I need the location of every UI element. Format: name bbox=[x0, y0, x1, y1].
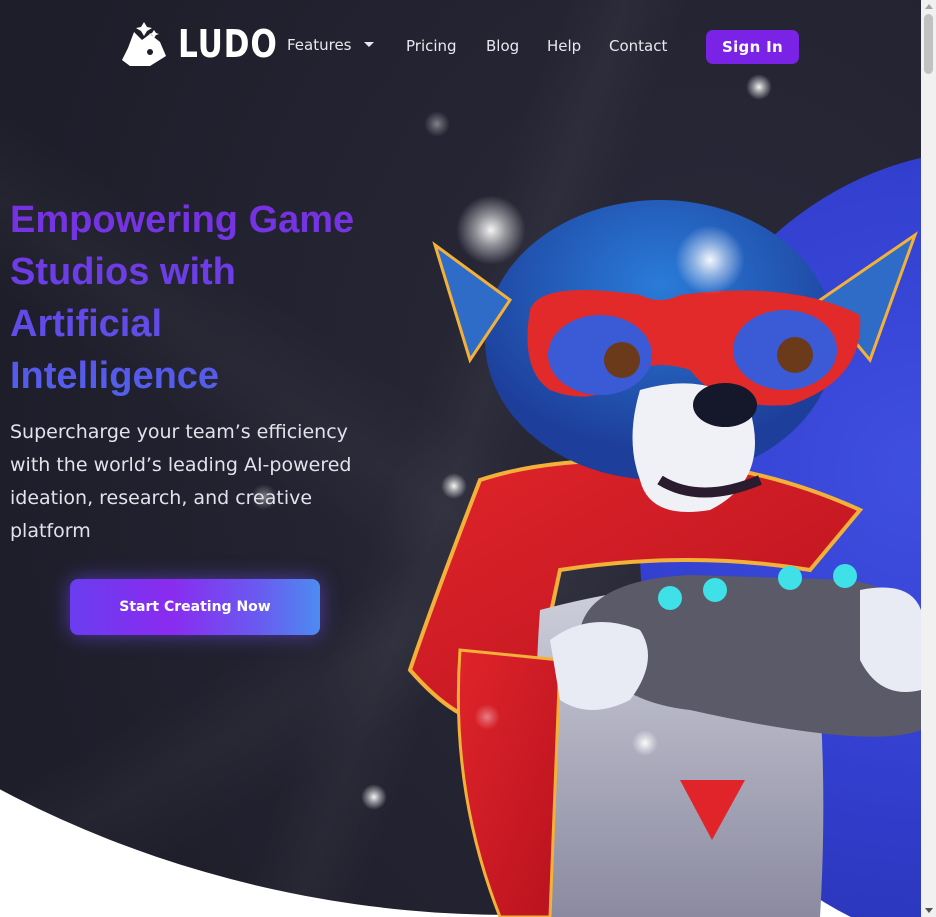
page-scrollbar[interactable] bbox=[921, 0, 936, 917]
nav-features-label: Features bbox=[287, 36, 352, 54]
logo[interactable]: LUDO bbox=[120, 20, 300, 68]
sparkle-1 bbox=[456, 195, 526, 265]
hero-section: LUDO Features Pricing Blog Help Contact … bbox=[0, 0, 921, 917]
sign-in-button[interactable]: Sign In bbox=[706, 30, 799, 64]
sparkle-2 bbox=[675, 225, 745, 295]
hero-dog-illustration bbox=[407, 200, 921, 917]
dog-logo-icon bbox=[122, 22, 166, 66]
hero-headline: Empowering Game Studios with Artificial … bbox=[10, 194, 380, 402]
nav-contact[interactable]: Contact bbox=[609, 37, 667, 55]
nose bbox=[693, 383, 757, 427]
chevron-down-icon bbox=[363, 42, 374, 47]
scroll-up-arrow-icon[interactable] bbox=[925, 4, 933, 9]
scroll-down-arrow-icon[interactable] bbox=[925, 908, 933, 913]
hero-subtext: Supercharge your team’s efficiency with … bbox=[10, 421, 352, 542]
nav-features[interactable]: Features bbox=[287, 36, 374, 54]
nav-blog[interactable]: Blog bbox=[486, 37, 519, 55]
logo-text: LUDO bbox=[178, 22, 278, 66]
sparkle-7 bbox=[361, 784, 387, 810]
cape-left-flap bbox=[456, 648, 562, 917]
scrollbar-thumb[interactable] bbox=[924, 14, 933, 74]
sparkle-5 bbox=[441, 473, 467, 499]
sparkle-4 bbox=[424, 111, 450, 137]
start-creating-button[interactable]: Start Creating Now bbox=[70, 579, 320, 635]
sparkle-8 bbox=[474, 704, 500, 730]
top-nav: LUDO Features Pricing Blog Help Contact … bbox=[0, 0, 921, 94]
nav-help[interactable]: Help bbox=[547, 37, 581, 55]
sparkle-9 bbox=[632, 730, 658, 756]
nav-pricing[interactable]: Pricing bbox=[406, 37, 457, 55]
